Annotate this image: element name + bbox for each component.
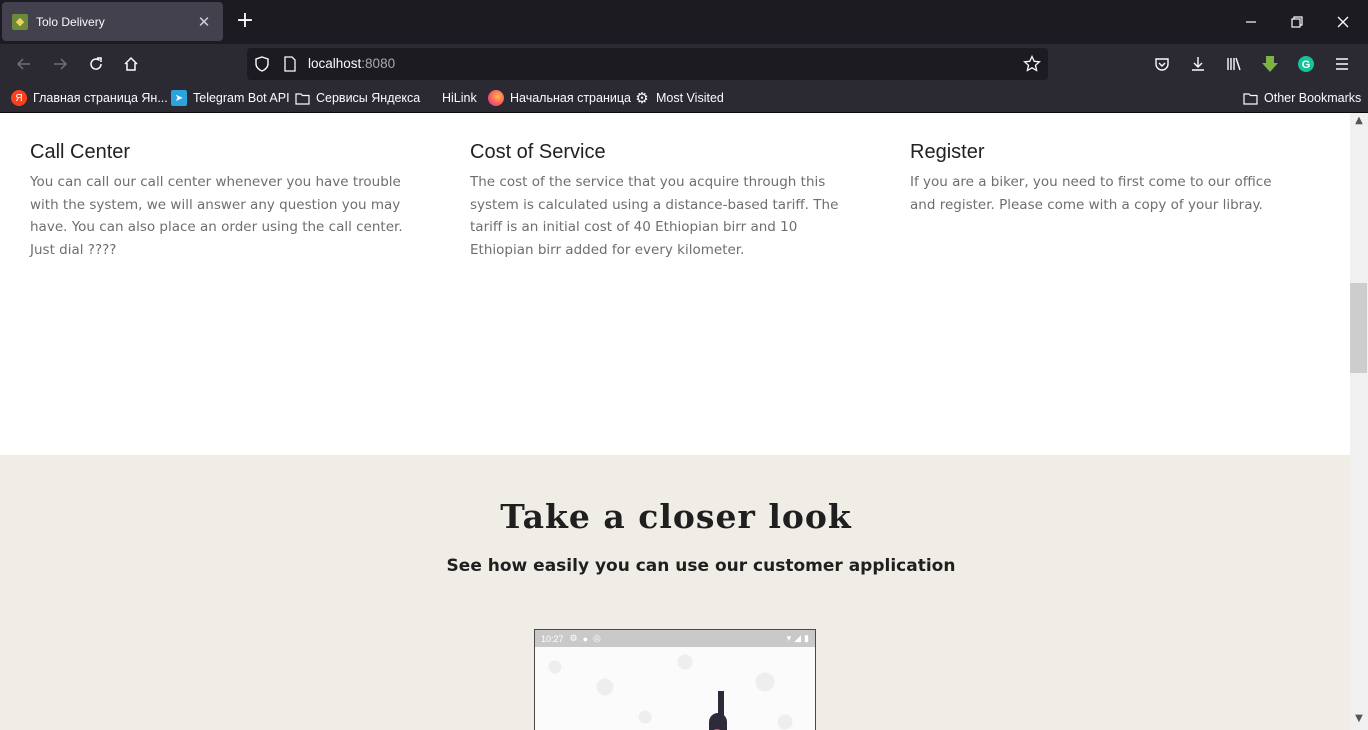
- back-arrow-icon: [16, 58, 30, 70]
- tab-strip: ◆ Tolo Delivery ✕ +: [0, 0, 1368, 44]
- folder-icon: [1242, 90, 1258, 106]
- page-info-icon[interactable]: [280, 54, 300, 74]
- closer-look-section: Take a closer look See how easily you ca…: [0, 455, 1350, 730]
- bookmark-label: Главная страница Ян...: [33, 91, 168, 105]
- browser-tab[interactable]: ◆ Tolo Delivery ✕: [2, 2, 223, 41]
- at-icon: ◎: [593, 633, 601, 643]
- svg-text:G: G: [1302, 59, 1311, 71]
- bookmark-label: Начальная страница: [510, 91, 631, 105]
- pocket-icon[interactable]: [1152, 54, 1172, 74]
- address-bar[interactable]: localhost:8080: [247, 48, 1048, 80]
- phone-status-time: 10:27: [541, 633, 564, 644]
- bookmark-most-visited[interactable]: ⚙ Most Visited: [634, 89, 724, 107]
- minimize-button[interactable]: [1241, 12, 1261, 32]
- bookmark-yandex-home[interactable]: Я Главная страница Ян...: [11, 89, 168, 107]
- wifi-icon: ▾: [786, 633, 792, 643]
- feature-title: Cost of Service: [470, 141, 606, 163]
- gear-icon: ⚙: [635, 90, 649, 107]
- forward-button[interactable]: [50, 54, 70, 74]
- url-text[interactable]: localhost:8080: [308, 56, 395, 71]
- phone-status-bar: 10:27 ⚙ ● ◎ ▾ ◢ ▮: [535, 630, 815, 647]
- features-section: Call Center You can call our call center…: [0, 113, 1350, 455]
- battery-icon: ▮: [804, 633, 809, 643]
- feature-title: Register: [910, 141, 985, 163]
- feature-cost-of-service: Cost of Service The cost of the service …: [470, 141, 842, 262]
- home-button[interactable]: [121, 54, 141, 74]
- url-host: localhost: [308, 56, 362, 71]
- illustration-figure-head: [709, 713, 727, 730]
- tab-title: Tolo Delivery: [36, 14, 105, 29]
- feature-register: Register If you are a biker, you need to…: [910, 141, 1282, 216]
- bookmark-star-icon[interactable]: [1022, 54, 1042, 74]
- feature-call-center: Call Center You can call our call center…: [30, 141, 410, 262]
- yandex-icon: Я: [11, 90, 27, 106]
- library-icon[interactable]: [1224, 54, 1244, 74]
- bookmark-folder-yandex-services[interactable]: Сервисы Яндекса: [294, 89, 420, 107]
- forward-arrow-icon: [54, 58, 68, 70]
- page-viewport: Call Center You can call our call center…: [0, 113, 1350, 730]
- downloads-icon[interactable]: [1188, 54, 1208, 74]
- url-port: :8080: [361, 56, 396, 71]
- firefox-icon: [488, 90, 504, 106]
- close-icon: [1337, 16, 1349, 28]
- bookmark-telegram-bot-api[interactable]: ➤ Telegram Bot API: [171, 89, 290, 107]
- home-icon: [124, 56, 138, 71]
- new-tab-button[interactable]: +: [233, 10, 257, 34]
- navigation-toolbar: localhost:8080 G: [0, 44, 1368, 84]
- bookmark-label: Сервисы Яндекса: [316, 91, 421, 105]
- scroll-up-arrow-icon[interactable]: ▲: [1353, 115, 1365, 127]
- site-favicon-icon: ◆: [12, 13, 28, 30]
- app-screenshot-phone: 10:27 ⚙ ● ◎ ▾ ◢ ▮: [534, 629, 816, 730]
- minimize-icon: [1246, 21, 1256, 23]
- bookmarks-toolbar: Я Главная страница Ян... ➤ Telegram Bot …: [0, 84, 1368, 113]
- restore-button[interactable]: [1287, 12, 1307, 32]
- scroll-thumb[interactable]: [1350, 283, 1367, 373]
- folder-icon: [294, 90, 310, 106]
- signal-icon: ◢: [794, 633, 802, 643]
- feature-description: If you are a biker, you need to first co…: [910, 174, 1272, 213]
- bookmark-label: Most Visited: [656, 91, 724, 105]
- close-tab-icon[interactable]: ✕: [195, 13, 213, 31]
- bookmark-label: Telegram Bot API: [193, 91, 290, 105]
- section-title: Take a closer look: [500, 497, 852, 536]
- bookmark-start-page[interactable]: Начальная страница: [488, 89, 631, 107]
- grammarly-extension-icon[interactable]: G: [1296, 54, 1316, 74]
- reload-icon: [90, 57, 102, 70]
- feature-description: You can call our call center whenever yo…: [30, 174, 403, 259]
- tracking-protection-icon[interactable]: [252, 54, 272, 74]
- back-button[interactable]: [14, 54, 34, 74]
- bookmark-label: HiLink: [442, 91, 477, 105]
- settings-icon: ⚙: [569, 633, 578, 643]
- feature-title: Call Center: [30, 141, 131, 163]
- close-window-button[interactable]: [1333, 12, 1353, 32]
- reload-button[interactable]: [86, 54, 106, 74]
- download-helper-extension-icon[interactable]: [1260, 54, 1280, 74]
- section-subtitle: See how easily you can use our customer …: [446, 556, 956, 576]
- restore-icon: [1291, 16, 1303, 28]
- other-bookmarks-folder[interactable]: Other Bookmarks: [1242, 89, 1361, 107]
- hamburger-menu-icon[interactable]: [1332, 54, 1352, 74]
- phone-screen-illustration: [535, 647, 815, 730]
- page-scrollbar[interactable]: ▲ ▼: [1350, 113, 1368, 730]
- bookmark-hilink[interactable]: HiLink: [442, 89, 477, 107]
- scroll-down-arrow-icon[interactable]: ▼: [1353, 713, 1365, 725]
- telegram-icon: ➤: [171, 90, 187, 106]
- bookmark-label: Other Bookmarks: [1264, 91, 1362, 105]
- feature-description: The cost of the service that you acquire…: [470, 174, 839, 259]
- dot-icon: ●: [582, 633, 589, 644]
